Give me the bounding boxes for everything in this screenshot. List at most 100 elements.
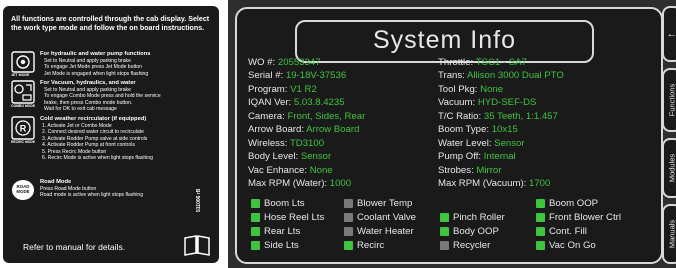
info-value: 1700	[528, 178, 551, 189]
decal-line: Wait for OK to exit cab message	[44, 106, 117, 113]
info-label: Max RPM (Vacuum):	[438, 178, 529, 189]
indicator-label: Coolant Valve	[357, 212, 417, 223]
info-arrow-board: Arrow Board: Arrow Board	[248, 124, 359, 135]
road-mode-icon-label: ROAD MODE	[11, 184, 35, 194]
info-value: HYD-SEF-DS	[477, 97, 537, 108]
indicator-light	[536, 199, 545, 208]
info-label: T/C Ratio:	[438, 111, 484, 122]
info-pump-off: Pump Off: Internal	[438, 151, 516, 162]
info-value: None	[480, 84, 504, 95]
decal-section-title: For hydraulic and water pump functions	[40, 51, 151, 57]
road-mode-icon: ROAD MODE	[11, 179, 37, 208]
info-boom-type: Boom Type: 10x15	[438, 124, 518, 135]
road-mode-icon-label-bottom: MODE	[16, 189, 30, 194]
combo-mode-icon-label: COMBO MODE	[11, 104, 36, 108]
info-max-rpm-vacuum: Max RPM (Vacuum): 1700	[438, 178, 550, 189]
info-value: 35 Teeth, 1:1.457	[483, 111, 558, 122]
recirc-mode-icon: R RECIRC MODE	[11, 116, 37, 151]
jet-mode-icon-label: JET MODE	[11, 73, 30, 77]
decal-line: 6. Recirc Mode is active when light stop…	[42, 155, 153, 162]
indicator-label: Cont. Fill	[549, 226, 587, 237]
info-wo: WO #: 20553347	[248, 57, 321, 68]
indicator-label: Hose Reel Lts	[264, 212, 325, 223]
indicator-light	[536, 227, 545, 236]
system-info-panel: System Info WO #: 20553347 Serial #: 19-…	[235, 7, 663, 264]
combo-mode-icon: COMBO MODE	[11, 80, 37, 115]
indicator-label: Vac On Go	[549, 240, 596, 251]
decal-footer: Refer to manual for details.	[23, 242, 126, 252]
decal-section-title: For Vacuum, hydraulics, and water	[40, 80, 136, 86]
page-title: System Info	[373, 26, 516, 54]
info-label: Serial #:	[248, 70, 286, 81]
indicator-light	[440, 227, 449, 236]
decal-section-combo-text: For Vacuum, hydraulics, and water Set to…	[40, 80, 218, 113]
instruction-decal: All functions are controlled through the…	[3, 6, 219, 263]
info-label: Vacuum:	[438, 97, 478, 108]
info-label: Tool Pkg:	[438, 84, 481, 95]
indicator-label: Boom Lts	[264, 198, 305, 209]
back-arrow-icon: ←	[666, 28, 676, 40]
indicator-light	[251, 213, 260, 222]
info-label: Boom Type:	[438, 124, 492, 135]
indicator-light	[440, 241, 449, 250]
info-tool-pkg: Tool Pkg: None	[438, 84, 503, 95]
info-label: Vac Enhance:	[248, 165, 310, 176]
decal-section-road-text: Road Mode Press Road Mode button Road mo…	[40, 179, 218, 199]
info-label: Body Level:	[248, 151, 301, 162]
decal-header: All functions are controlled through the…	[11, 15, 210, 32]
info-strobes: Strobes: Mirror	[438, 165, 501, 176]
info-value: Sensor	[494, 138, 525, 149]
indicator-light	[344, 227, 353, 236]
info-label: IQAN Ver:	[248, 97, 294, 108]
info-wireless: Wireless: TD3100	[248, 138, 324, 149]
indicator-light	[344, 199, 353, 208]
info-serial: Serial #: 19-18V-37536	[248, 70, 346, 81]
part-number: 511006 rB	[196, 188, 202, 212]
info-max-rpm-water: Max RPM (Water): 1000	[248, 178, 351, 189]
indicator-light	[251, 227, 260, 236]
info-label: Strobes:	[438, 165, 477, 176]
indicator-label: Recycler	[453, 240, 491, 251]
info-label: Trans:	[438, 70, 467, 81]
indicator-label: Water Heater	[357, 226, 414, 237]
indicator-label: Body OOP	[453, 226, 499, 237]
tab-modules[interactable]: Modules	[662, 138, 676, 198]
tab-modules-label: Modules	[667, 153, 676, 183]
info-water-level: Water Level: Sensor	[438, 138, 525, 149]
info-vacuum: Vacuum: HYD-SEF-DS	[438, 97, 536, 108]
info-body-level: Body Level: Sensor	[248, 151, 331, 162]
info-value: 1000	[329, 178, 352, 189]
indicator-label: Front Blower Ctrl	[549, 212, 621, 223]
indicator-label: Pinch Roller	[453, 212, 505, 223]
info-program: Program: V1 R2	[248, 84, 317, 95]
info-tc-ratio: T/C Ratio: 35 Teeth, 1:1.457	[438, 111, 558, 122]
info-value: 20553347	[277, 57, 321, 68]
recirc-mode-icon-label: RECIRC MODE	[11, 140, 36, 144]
info-value: 19-18V-37536	[285, 70, 347, 81]
info-value: Arrow Board	[306, 124, 360, 135]
info-value: Sensor	[300, 151, 332, 162]
info-label: Throttle:	[438, 57, 476, 68]
manual-book-icon	[183, 234, 211, 261]
info-value: Front, Sides, Rear	[287, 111, 366, 122]
decal-section-jet-text: For hydraulic and water pump functions S…	[40, 51, 218, 77]
info-value: Allison 3000 Dual PTO	[466, 70, 564, 81]
decal-section-title: Road Mode	[40, 179, 72, 185]
decal-section-title: Cold weather recirculator (if equipped)	[40, 116, 147, 122]
info-label: WO #:	[248, 57, 278, 68]
tab-functions[interactable]: Functions	[662, 68, 676, 132]
indicator-light	[344, 241, 353, 250]
info-value: Mirror	[476, 165, 502, 176]
back-tab[interactable]: ←	[662, 6, 676, 62]
indicator-light	[344, 213, 353, 222]
indicator-label: Rear Lts	[264, 226, 301, 237]
indicator-light	[440, 213, 449, 222]
svg-text:R: R	[20, 124, 27, 134]
info-value: None	[309, 165, 333, 176]
decal-line: Jet Mode is engaged when light stops fla…	[44, 70, 149, 77]
tab-manuals[interactable]: Manuals	[662, 204, 676, 264]
info-value: 5.03.8.4235	[293, 97, 345, 108]
info-value: 10x15	[491, 124, 518, 135]
indicator-label: Blower Temp	[357, 198, 413, 209]
info-label: Water Level:	[438, 138, 495, 149]
